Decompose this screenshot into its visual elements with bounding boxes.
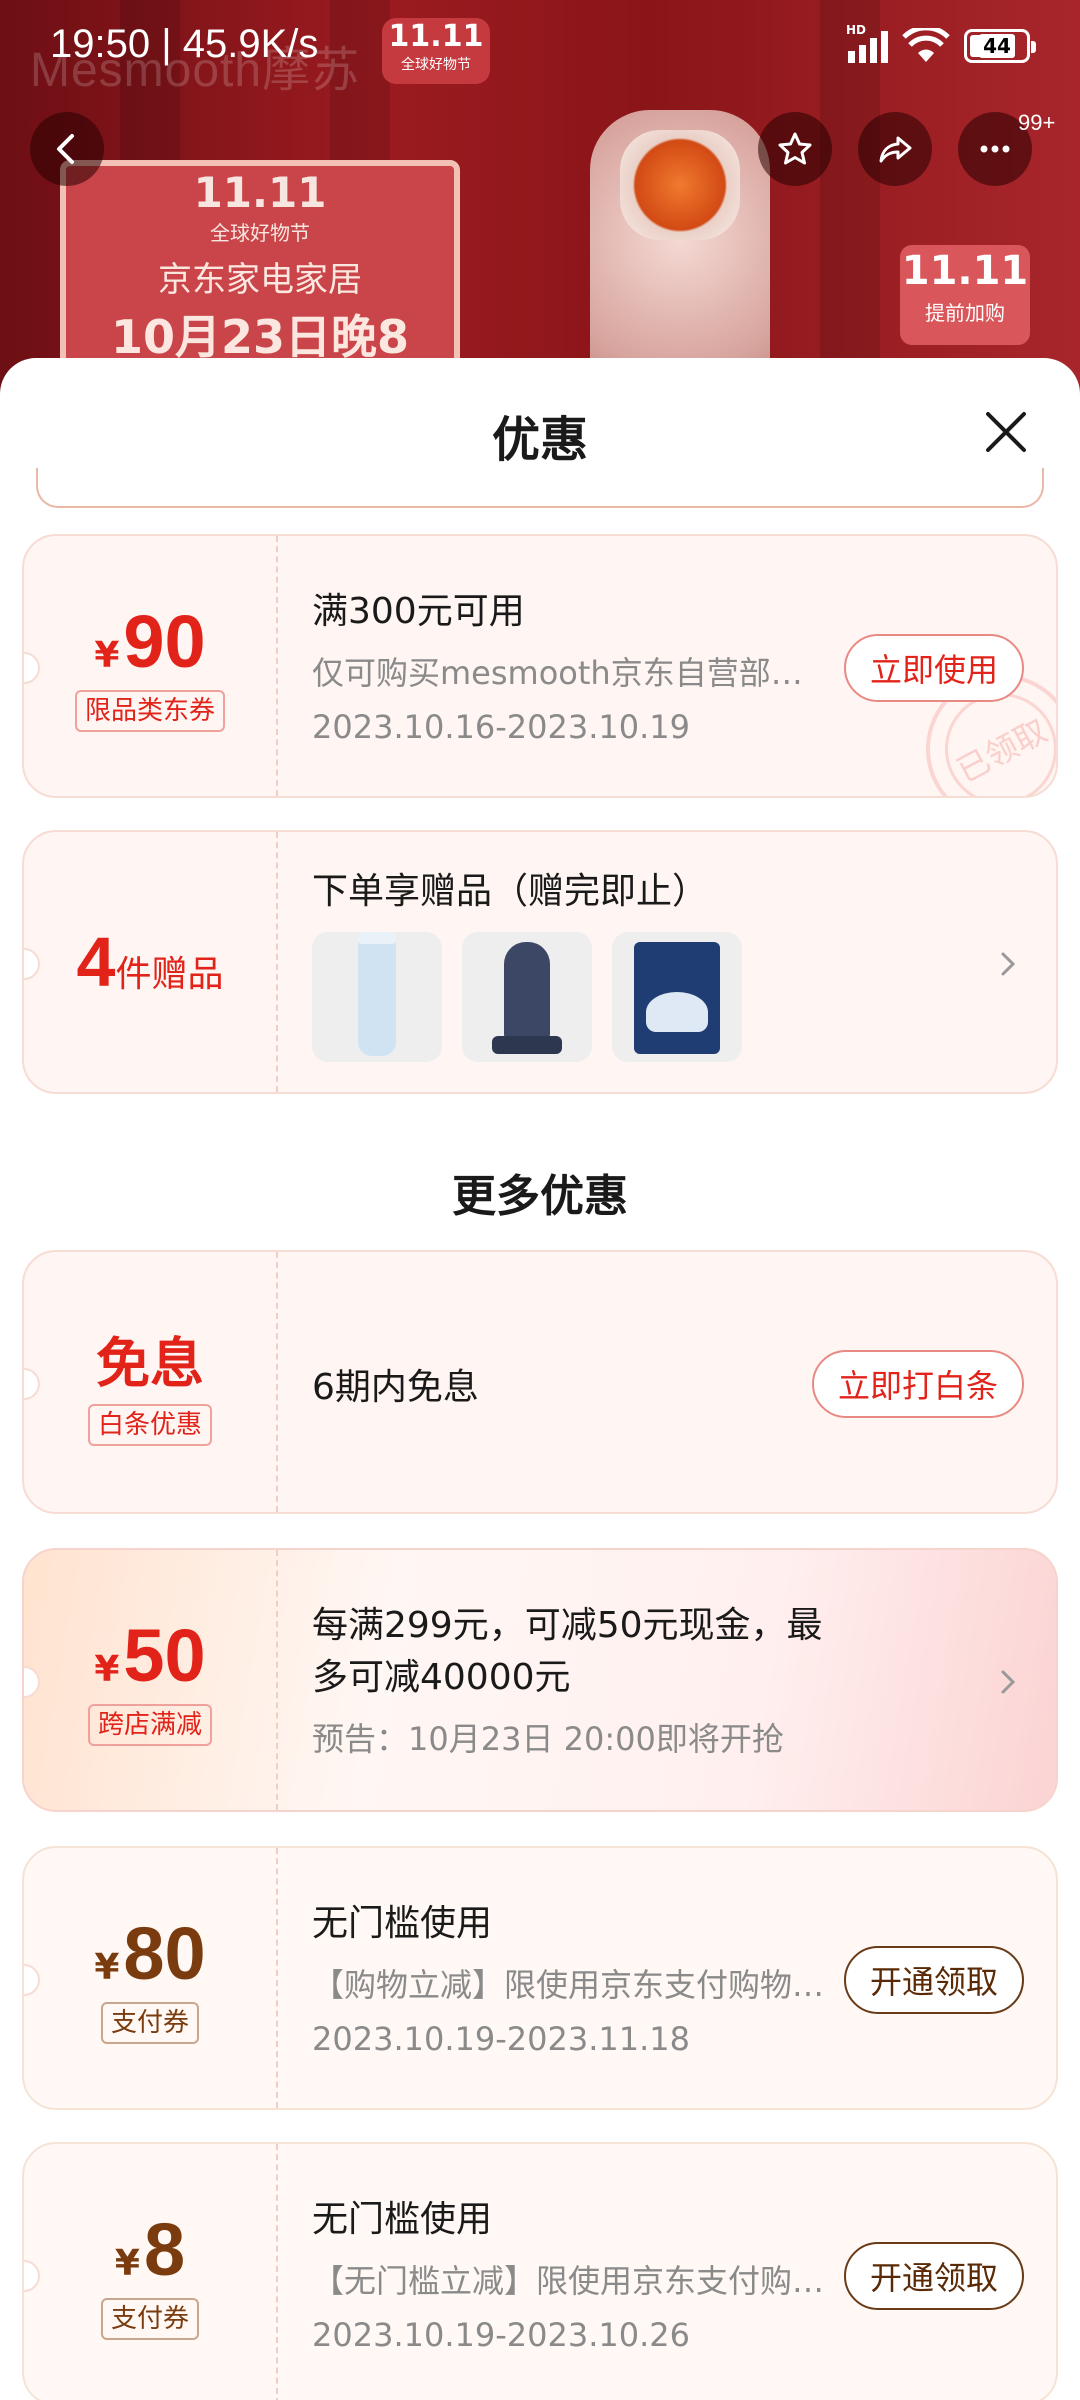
pay-coupon-condition: 无门槛使用 [312, 1903, 493, 1944]
pay-coupon-card-8: ¥ 8 支付券 无门槛使用 【无门槛立减】限使用京东支付购物时使用 2023.1… [22, 2142, 1058, 2400]
amount-value: 8 [143, 2208, 186, 2291]
status-time: 19:50 | 45.9K/s [50, 22, 319, 66]
coupon-value-area: ¥ 90 限品类东券 [24, 536, 278, 796]
pay-coupon-value-area: ¥ 80 支付券 [24, 1848, 278, 2108]
wifi-icon [902, 28, 950, 62]
gift-count: 4 件赠品 [77, 922, 224, 1002]
gift-thumbnails [312, 932, 742, 1062]
amount-value: 80 [123, 1912, 206, 1995]
pay-coupon-tag: 支付券 [100, 2298, 199, 2340]
currency-symbol: ¥ [114, 2243, 140, 2284]
coupon-info: 满300元可用 仅可购买mesmooth京东自营部分商品 2023.10.16-… [312, 536, 856, 796]
more-discounts-heading: 更多优惠 [452, 1171, 628, 1222]
cross-store-tag: 跨店满减 [87, 1704, 212, 1746]
star-icon [778, 132, 812, 165]
cross-store-desc-1: 每满299元，可减50元现金，最 [312, 1605, 823, 1646]
gift-count-number: 4 [76, 923, 116, 1001]
pay-coupon-tag: 支付券 [100, 2002, 199, 2044]
gift-count-area: 4 件赠品 [24, 832, 278, 1092]
activate-claim-button[interactable]: 开通领取 [843, 1946, 1024, 2014]
coupon-scope: 仅可购买mesmooth京东自营部分商品 [312, 654, 832, 692]
cross-store-desc-2: 多可减40000元 [312, 1657, 571, 1698]
gift-item-mask[interactable] [612, 932, 742, 1062]
interest-free-title: 免息 [96, 1331, 204, 1395]
coupon-validity: 2023.10.16-2023.10.19 [312, 708, 690, 746]
activate-claim-button[interactable]: 开通领取 [843, 2242, 1024, 2310]
pay-coupon-info: 无门槛使用 【无门槛立减】限使用京东支付购物时使用 2023.10.19-202… [312, 2144, 856, 2400]
pay-coupon-validity: 2023.10.19-2023.10.26 [312, 2316, 690, 2354]
battery-icon: 44 [964, 29, 1036, 63]
coupon-type-tag: 限品类东券 [74, 690, 225, 732]
house-logo: 11.11 [193, 168, 327, 217]
interest-free-area: 免息 白条优惠 [24, 1252, 278, 1512]
device-head [620, 130, 740, 240]
share-icon [879, 136, 912, 163]
status-right: HD 44 [846, 23, 1036, 64]
pay-coupon-value-area: ¥ 8 支付券 [24, 2144, 278, 2400]
house-sub: 全球好物节 [210, 221, 310, 245]
pay-coupon-condition: 无门槛使用 [312, 2199, 493, 2240]
gift-card[interactable]: 4 件赠品 下单享赠品（赠完即止） [22, 830, 1058, 1094]
network-label: HD [846, 23, 867, 37]
coupon-card-90: ¥ 90 限品类东券 满300元可用 仅可购买mesmooth京东自营部分商品 … [22, 534, 1058, 798]
close-icon[interactable] [976, 402, 1036, 462]
chevron-right-icon [1001, 952, 1016, 976]
house-line1: 京东家电家居 [158, 260, 362, 300]
chevron-right-icon [1001, 1670, 1016, 1694]
amount-value: 50 [123, 1614, 206, 1697]
more-badge: 99+ [1018, 110, 1056, 135]
interest-free-card: 免息 白条优惠 6期内免息 立即打白条 [22, 1250, 1058, 1514]
battery-level: 44 [979, 34, 1015, 58]
cross-store-value-area: ¥ 50 跨店满减 [24, 1550, 278, 1810]
more-icon [980, 145, 1010, 153]
gift-count-unit: 件赠品 [115, 954, 224, 995]
use-now-button[interactable]: 立即使用 [843, 634, 1024, 702]
pay-coupon-amount: ¥ 8 [115, 2208, 185, 2292]
previous-card-edge [36, 468, 1044, 508]
cross-store-card[interactable]: ¥ 50 跨店满减 每满299元，可减50元现金，最 多可减40000元 预告：… [22, 1548, 1058, 1812]
amount-value: 90 [123, 600, 206, 683]
interest-free-tag: 白条优惠 [87, 1403, 212, 1446]
gift-info: 下单享赠品（赠完即止） [312, 832, 996, 1092]
interest-free-desc: 6期内免息 [312, 1367, 479, 1408]
pay-coupon-validity: 2023.10.19-2023.11.18 [312, 2020, 690, 2058]
cross-store-amount: ¥ 50 [94, 1614, 205, 1698]
pay-coupon-scope: 【购物立减】限使用京东支付购物时使用 [312, 1966, 832, 2004]
coupon-amount: ¥ 90 [94, 600, 205, 684]
sheet-title: 优惠 [491, 412, 588, 468]
use-baitiao-button[interactable]: 立即打白条 [811, 1350, 1024, 1418]
pay-coupon-info: 无门槛使用 【购物立减】限使用京东支付购物时使用 2023.10.19-2023… [312, 1848, 856, 2108]
currency-symbol: ¥ [94, 635, 120, 676]
gift-item-cleanser[interactable] [312, 932, 442, 1062]
favorite-button[interactable] [758, 112, 832, 186]
coupon-condition: 满300元可用 [312, 591, 525, 632]
pay-coupon-scope: 【无门槛立减】限使用京东支付购物时使用 [312, 2262, 832, 2300]
currency-symbol: ¥ [94, 1649, 120, 1690]
status-bar: 19:50 | 45.9K/s HD 44 [0, 0, 1080, 96]
gift-item-comb[interactable] [462, 932, 592, 1062]
interest-free-info: 6期内免息 [312, 1252, 856, 1512]
currency-symbol: ¥ [94, 1947, 120, 1988]
preheat-logo: 11.11 [901, 248, 1029, 294]
share-button[interactable] [858, 112, 932, 186]
pay-coupon-card-80: ¥ 80 支付券 无门槛使用 【购物立减】限使用京东支付购物时使用 2023.1… [22, 1846, 1058, 2110]
preheat-text: 提前加购 [925, 301, 1005, 325]
signal-icon: HD [846, 23, 888, 63]
cross-store-notice: 预告：10月23日 20:00即将开抢 [312, 1720, 784, 1758]
gift-title: 下单享赠品（赠完即止） [312, 871, 709, 912]
back-icon [57, 134, 74, 164]
pay-coupon-amount: ¥ 80 [94, 1912, 205, 1996]
preheat-badge: 11.11 提前加购 [900, 245, 1030, 345]
cross-store-info: 每满299元，可减50元现金，最 多可减40000元 预告：10月23日 20:… [312, 1550, 996, 1810]
discount-sheet: 优惠 ¥ 90 限品类东券 满300元可用 仅可购买mesmooth京东自营部分… [0, 358, 1080, 2400]
back-button[interactable] [30, 112, 104, 186]
